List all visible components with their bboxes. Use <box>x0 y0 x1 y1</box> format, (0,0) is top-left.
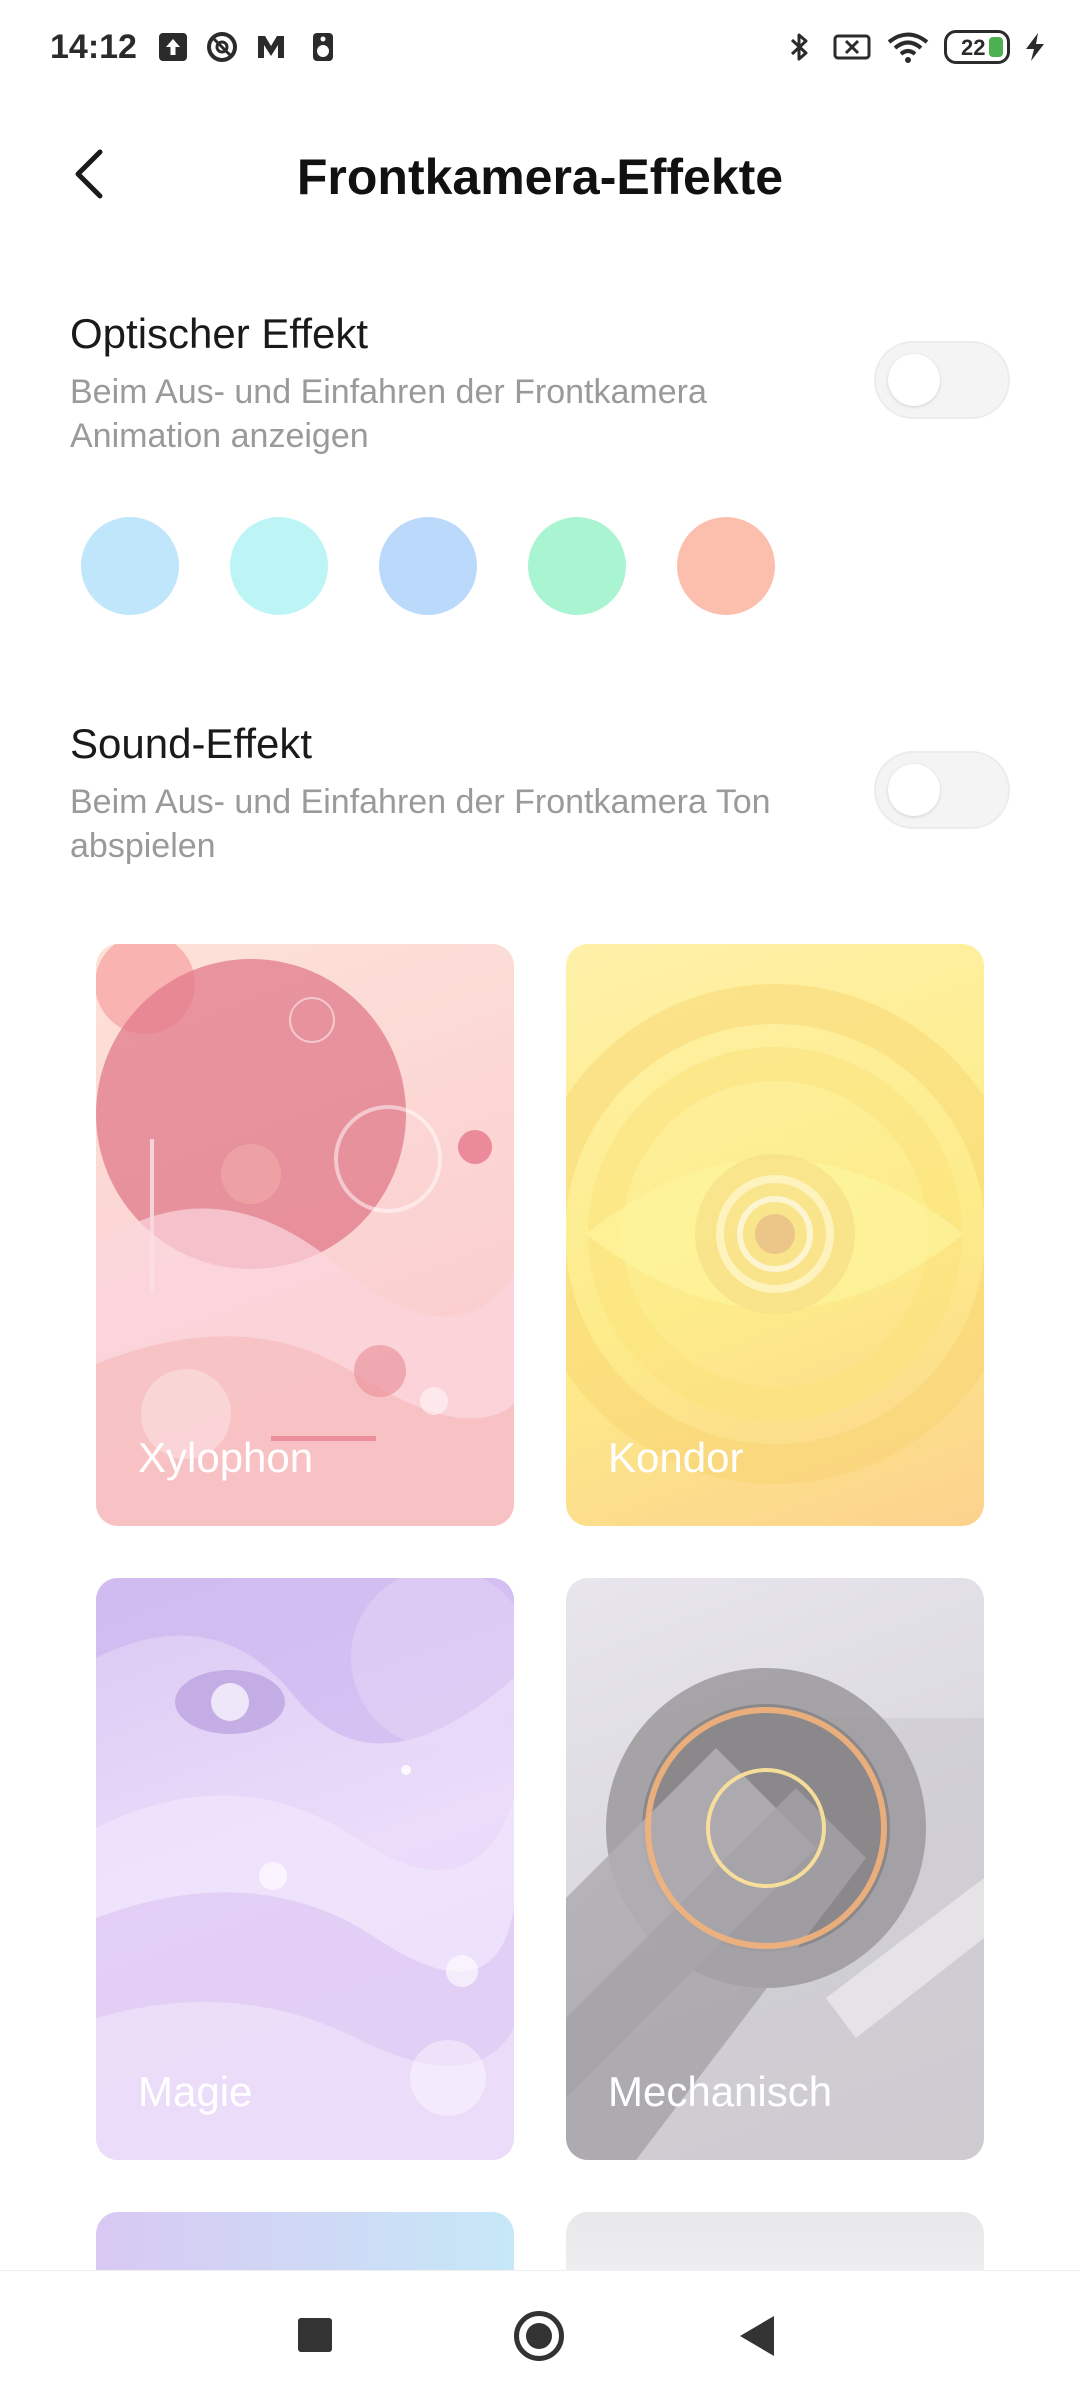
color-option-5[interactable] <box>677 517 775 615</box>
color-option-3[interactable] <box>379 517 477 615</box>
battery-level: 22 <box>961 35 986 60</box>
mail-icon <box>258 36 284 58</box>
home-circle-inner <box>526 2323 552 2349</box>
optical-effect-toggle[interactable] <box>874 341 1010 419</box>
sim-off-icon <box>833 34 871 60</box>
toggle-knob <box>888 354 940 406</box>
upload-icon <box>159 33 187 61</box>
status-bar: 14:12 22 <box>0 0 1080 96</box>
color-option-2[interactable] <box>230 517 328 615</box>
sound-card-mechanisch[interactable]: Mechanisch <box>566 1578 984 2160</box>
battery-fill <box>989 37 1003 57</box>
sound-card-kondor[interactable]: Kondor <box>566 944 984 1526</box>
toggle-knob <box>888 764 940 816</box>
battery-icon: 22 <box>944 30 1010 64</box>
recents-square-icon[interactable] <box>298 2318 332 2352</box>
color-option-1[interactable] <box>81 517 179 615</box>
color-option-4[interactable] <box>528 517 626 615</box>
charging-icon <box>1026 33 1044 61</box>
sound-card-xylophon[interactable]: Xylophon <box>96 944 514 1526</box>
optical-effect-title: Optischer Effekt <box>70 310 369 357</box>
page-title: Frontkamera-Effekte <box>296 149 784 205</box>
sound-card-magie[interactable]: Magie <box>96 1578 514 2160</box>
sound-effect-title: Sound-Effekt <box>70 720 313 767</box>
wifi-icon <box>887 32 929 63</box>
screen: 14:12 22 Frontkamera-Effekte Optischer E… <box>0 0 1080 2400</box>
sync-icon <box>207 32 237 62</box>
bluetooth-icon <box>790 33 808 61</box>
status-time: 14:12 <box>50 28 137 66</box>
card-label: Kondor <box>608 1434 744 1481</box>
card-label: Mechanisch <box>608 2068 833 2115</box>
back-triangle-icon[interactable] <box>740 2316 774 2356</box>
optical-effect-description: Beim Aus- und Einfahren der Frontkamera … <box>70 373 707 455</box>
card-label: Magie <box>138 2068 253 2115</box>
sound-effect-description: Beim Aus- und Einfahren der Frontkamera … <box>70 783 771 865</box>
card-label: Xylophon <box>138 1434 314 1481</box>
sound-effect-toggle[interactable] <box>874 751 1010 829</box>
home-circle-icon[interactable] <box>514 2311 564 2361</box>
speaker-icon <box>313 33 333 61</box>
